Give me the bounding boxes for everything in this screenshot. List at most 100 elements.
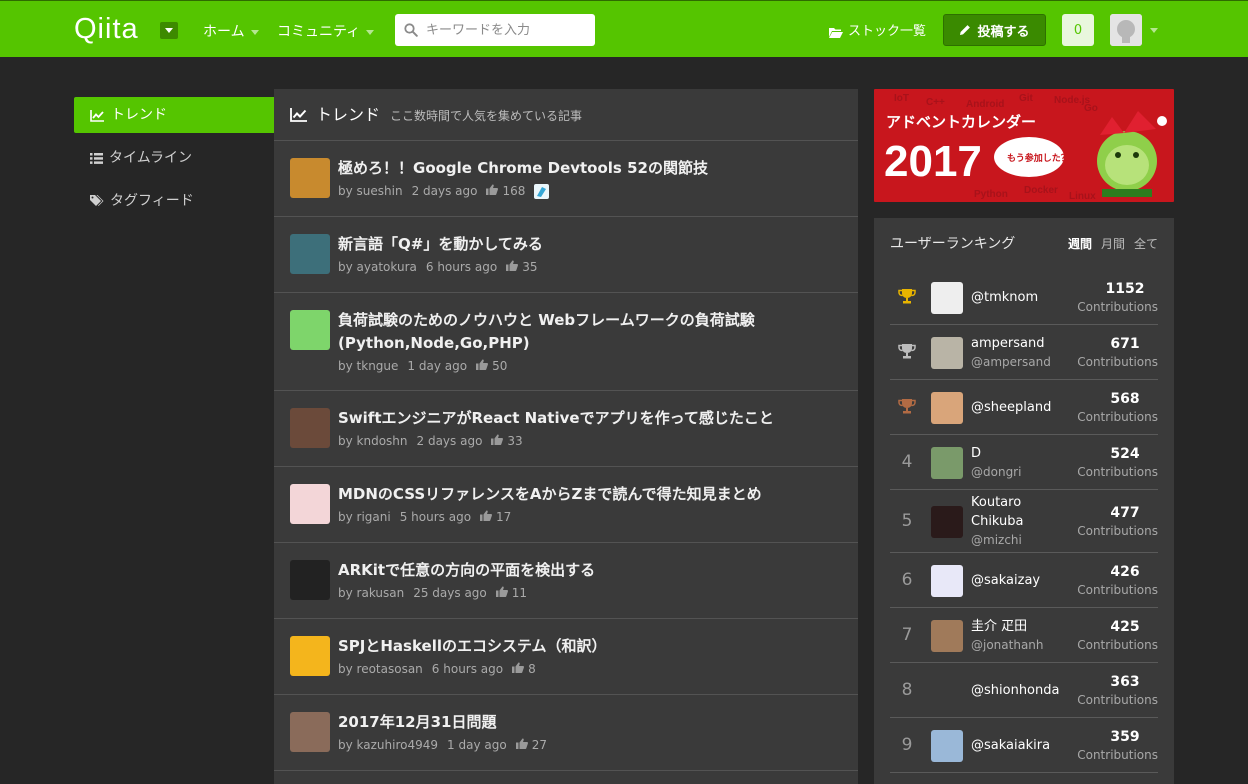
feed-item[interactable]: MDNのCSSリファレンスをAからZまで読んで得た知見まとめ by rigani 5… [274, 467, 858, 543]
ranking-user: ampersand @ampersand [971, 334, 1081, 372]
author-avatar[interactable] [290, 310, 330, 350]
user-name[interactable]: 圭介 疋田 [971, 617, 1081, 636]
user-name[interactable]: D [971, 444, 1081, 463]
user-name[interactable]: @sheepland [971, 398, 1081, 417]
search-input[interactable] [426, 14, 586, 46]
advent-calendar-banner[interactable]: IoT C++ Android Git Node.js Go Python Docker L… [874, 89, 1174, 202]
author-avatar[interactable] [290, 636, 330, 676]
article-title[interactable]: SPJとHaskellのエコシステム（和訳） [338, 635, 842, 658]
ranking-row[interactable]: 8 @shionhonda 363 Contributions [890, 663, 1158, 718]
ranking-row[interactable]: @sheepland 568 Contributions [890, 380, 1158, 435]
article-author[interactable]: by kndoshn [338, 433, 408, 449]
user-handle[interactable]: @mizchi [971, 531, 1081, 550]
post-button-label: 投稿する [977, 24, 1030, 40]
user-avatar[interactable] [931, 391, 963, 424]
ranking-row[interactable]: ampersand @ampersand 671 Contributions [890, 325, 1158, 380]
tab-monthly[interactable]: 月間 [1101, 236, 1125, 252]
user-avatar[interactable] [931, 505, 963, 538]
ranking-user: Koutaro Chikuba @mizchi [971, 493, 1081, 550]
article-author[interactable]: by sueshin [338, 183, 403, 199]
sidebar-item-timeline[interactable]: タイムライン [74, 140, 274, 176]
ranking-row[interactable]: 6 @sakaizay 426 Contributions [890, 553, 1158, 608]
notification-counter[interactable]: 0 [1062, 14, 1094, 46]
article-title[interactable]: SwiftエンジニアがReact Nativeでアプリを作って感じたこと [338, 407, 842, 430]
feed-item[interactable]: SwiftエンジニアがReact Nativeでアプリを作って感じたこと by k… [274, 391, 858, 467]
stock-list-link[interactable]: ストック一覧 [829, 24, 926, 40]
user-name[interactable]: @sakaiakira [971, 736, 1081, 755]
logo-menu-toggle[interactable] [160, 22, 178, 39]
author-avatar[interactable] [290, 158, 330, 198]
ranking-row[interactable]: 5 Koutaro Chikuba @mizchi 477 Contributions [890, 490, 1158, 553]
sidebar-item-trend[interactable]: トレンド [74, 97, 274, 133]
author-avatar[interactable] [290, 484, 330, 524]
article-author[interactable]: by tkngue [338, 358, 398, 374]
nav-community[interactable]: コミュニティ [277, 23, 375, 41]
ranking-row[interactable]: 4 D @dongri 524 Contributions [890, 435, 1158, 490]
sidebar-item-tagfeed[interactable]: タグフィード [74, 183, 274, 219]
organization-badge-icon[interactable] [534, 183, 550, 199]
user-avatar[interactable] [931, 674, 963, 707]
ranking-row[interactable]: @tmknom 1152 Contributions [890, 270, 1158, 325]
user-avatar[interactable] [931, 619, 963, 652]
user-name[interactable]: ampersand [971, 334, 1081, 353]
user-avatar[interactable] [1110, 14, 1142, 46]
qiita-logo[interactable]: Qiita [74, 13, 139, 45]
article-title[interactable]: 極めろ！！Google Chrome Devtools 52の関節技 [338, 157, 842, 180]
article-author[interactable]: by rigani [338, 509, 391, 525]
ranking-row[interactable]: 7 圭介 疋田 @jonathanh 425 Contributions [890, 608, 1158, 663]
svg-text:Android: Android [966, 99, 1004, 110]
search-icon [404, 23, 418, 37]
article-meta: by rakusan 25 days ago 11 [338, 585, 842, 601]
article-time: 6 hours ago [431, 662, 504, 676]
article-time: 2 days ago [416, 434, 483, 448]
feed-item[interactable]: 極めろ！！Google Chrome Devtools 52の関節技 by sue… [274, 141, 858, 217]
banner-title: アドベントカレンダー [886, 113, 1036, 131]
article-title[interactable]: MDNのCSSリファレンスをAからZまで読んで得た知見まとめ [338, 483, 842, 506]
author-avatar[interactable] [290, 560, 330, 600]
nav-home[interactable]: ホーム [203, 23, 259, 41]
article-author[interactable]: by ayatokura [338, 259, 417, 275]
feed-header: トレンド ここ数時間で人気を集めている記事 [274, 89, 858, 141]
like-count-value: 17 [496, 510, 512, 524]
article-title[interactable]: ARKitで任意の方向の平面を検出する [338, 559, 842, 582]
user-name[interactable]: @sakaizay [971, 571, 1081, 590]
like-count: 35 [506, 259, 537, 275]
contribution-count: 426 [1110, 563, 1140, 580]
user-avatar[interactable] [931, 729, 963, 762]
post-button[interactable]: 投稿する [943, 14, 1046, 46]
user-handle[interactable]: @jonathanh [971, 636, 1081, 655]
user-handle[interactable]: @dongri [971, 463, 1081, 482]
contribution-score: 1152 Contributions [1068, 280, 1158, 316]
feed-item[interactable]: 2017年12月31日問題 by kazuhiro4949 1 day ago 27 [274, 695, 858, 771]
user-handle[interactable]: @ampersand [971, 353, 1081, 372]
ranking-row[interactable]: 9 @sakaiakira 359 Contributions [890, 718, 1158, 773]
user-avatar[interactable] [931, 446, 963, 479]
user-avatar[interactable] [931, 336, 963, 369]
feed-item[interactable]: 新言語「Q#」を動かしてみる by ayatokura 6 hours ago 35 [274, 217, 858, 293]
article-time: 5 hours ago [399, 510, 472, 524]
author-avatar[interactable] [290, 408, 330, 448]
tab-weekly[interactable]: 週間 [1068, 236, 1092, 252]
contribution-score: 477 Contributions [1068, 504, 1158, 540]
author-avatar[interactable] [290, 712, 330, 752]
sidebar-item-label: タイムライン [109, 150, 193, 166]
article-title[interactable]: 2017年12月31日問題 [338, 711, 842, 734]
feed-item[interactable]: 負荷試験のためのノウハウと Webフレームワークの負荷試験 (Python,No… [274, 293, 858, 391]
user-avatar[interactable] [931, 281, 963, 314]
like-count: 33 [491, 433, 523, 449]
article-author[interactable]: by rakusan [338, 585, 404, 601]
article-author[interactable]: by kazuhiro4949 [338, 737, 438, 753]
author-avatar[interactable] [290, 234, 330, 274]
user-name[interactable]: @shionhonda [971, 681, 1081, 700]
user-avatar[interactable] [931, 564, 963, 597]
tab-all[interactable]: 全て [1134, 236, 1158, 252]
user-name[interactable]: Koutaro Chikuba [971, 493, 1041, 531]
article-title[interactable]: 負荷試験のためのノウハウと Webフレームワークの負荷試験 (Python,No… [338, 309, 842, 355]
article-author[interactable]: by reotasosan [338, 661, 423, 677]
article-title[interactable]: 新言語「Q#」を動かしてみる [338, 233, 842, 256]
ranking-tabs: 週間 月間 全て [1068, 236, 1158, 252]
feed-item[interactable]: SPJとHaskellのエコシステム（和訳） by reotasosan 6 hou… [274, 619, 858, 695]
chevron-down-icon[interactable] [1150, 28, 1158, 33]
user-name[interactable]: @tmknom [971, 288, 1081, 307]
feed-item[interactable]: ARKitで任意の方向の平面を検出する by rakusan 25 days ago… [274, 543, 858, 619]
